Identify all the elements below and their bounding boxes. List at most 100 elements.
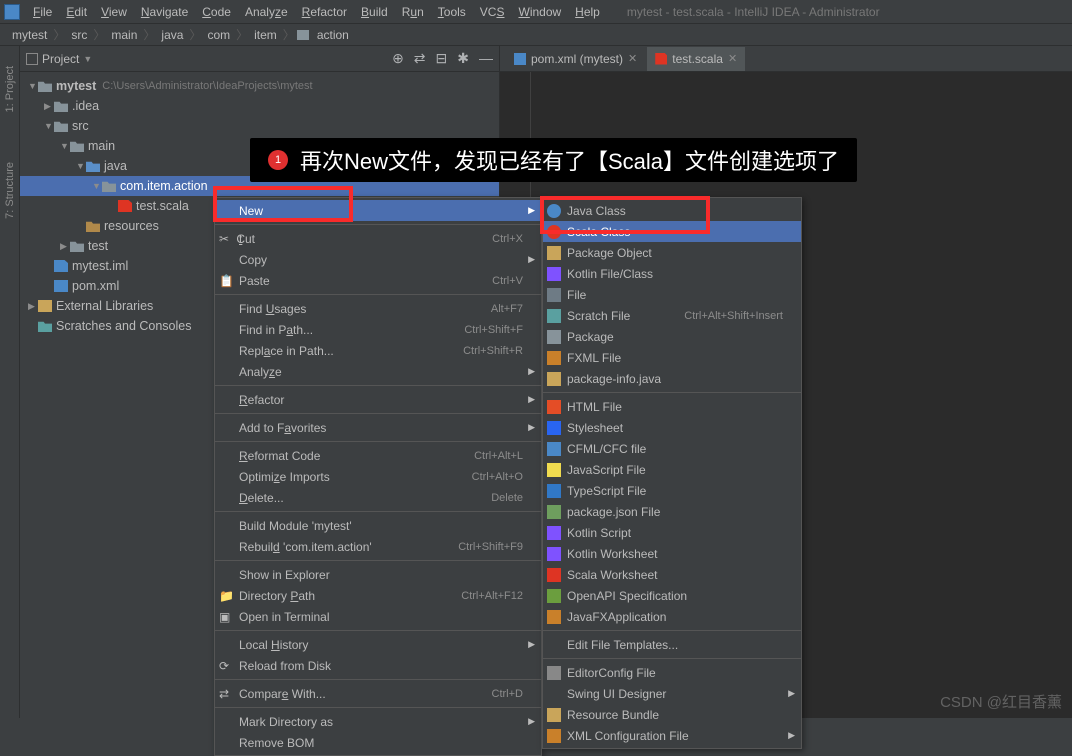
new-javafx[interactable]: JavaFXApplication: [543, 606, 801, 627]
ctx-dir-path[interactable]: 📁Directory PathCtrl+Alt+F12: [215, 585, 541, 606]
new-edit-templates[interactable]: Edit File Templates...: [543, 634, 801, 655]
ctx-local-history[interactable]: Local History▶: [215, 634, 541, 655]
new-xml-config[interactable]: XML Configuration File▶: [543, 725, 801, 746]
new-fxml[interactable]: FXML File: [543, 347, 801, 368]
new-java-class[interactable]: Java Class: [543, 200, 801, 221]
close-icon[interactable]: ✕: [728, 52, 737, 65]
ctx-find-in-path[interactable]: Find in Path...Ctrl+Shift+F: [215, 319, 541, 340]
new-openapi[interactable]: OpenAPI Specification: [543, 585, 801, 606]
menu-file[interactable]: File: [26, 2, 59, 22]
ctx-add-favorites[interactable]: Add to Favorites▶: [215, 417, 541, 438]
new-stylesheet[interactable]: Stylesheet: [543, 417, 801, 438]
ctx-cut[interactable]: ✂tCutCtrl+X: [215, 228, 541, 249]
app-icon: [4, 4, 20, 20]
package-icon: [547, 372, 561, 386]
editorconfig-icon: [547, 666, 561, 680]
new-kotlin-ws[interactable]: Kotlin Worksheet: [543, 543, 801, 564]
new-cfml[interactable]: CFML/CFC file: [543, 438, 801, 459]
ctx-delete[interactable]: Delete...Delete: [215, 487, 541, 508]
new-pkg-info[interactable]: package-info.java: [543, 368, 801, 389]
menu-run[interactable]: Run: [395, 2, 431, 22]
tree-idea[interactable]: ▶.idea: [20, 96, 499, 116]
menu-edit[interactable]: Edit: [59, 2, 94, 22]
crumb-main[interactable]: main: [107, 28, 141, 42]
ctx-reload[interactable]: ⟳Reload from Disk: [215, 655, 541, 676]
menu-window[interactable]: Window: [511, 2, 568, 22]
tab-pom[interactable]: pom.xml (mytest)✕: [506, 47, 645, 71]
gutter-project[interactable]: 1: Project: [4, 66, 16, 112]
watermark: CSDN @红目香薰: [940, 691, 1062, 712]
new-file[interactable]: File: [543, 284, 801, 305]
new-scratch[interactable]: Scratch FileCtrl+Alt+Shift+Insert: [543, 305, 801, 326]
folder-icon: [547, 330, 561, 344]
javafx-icon: [547, 610, 561, 624]
menu-build[interactable]: Build: [354, 2, 395, 22]
crumb-action[interactable]: action: [313, 28, 353, 42]
new-scala-ws[interactable]: Scala Worksheet: [543, 564, 801, 585]
menu-vcs[interactable]: VCS: [473, 2, 512, 22]
crumb-java[interactable]: java: [157, 28, 187, 42]
project-icon: [26, 53, 38, 65]
new-pkg-json[interactable]: package.json File: [543, 501, 801, 522]
xml-icon: [547, 729, 561, 743]
ctx-build[interactable]: Build Module 'mytest': [215, 515, 541, 536]
ctx-show-explorer[interactable]: Show in Explorer: [215, 564, 541, 585]
menu-refactor[interactable]: Refactor: [295, 2, 354, 22]
menu-analyze[interactable]: Analyze: [238, 2, 295, 22]
tab-test[interactable]: test.scala✕: [647, 47, 745, 71]
new-ts[interactable]: TypeScript File: [543, 480, 801, 501]
compare-icon: ⇄: [219, 687, 233, 701]
fxml-icon: [547, 351, 561, 365]
new-package-object[interactable]: Package Object: [543, 242, 801, 263]
new-kotlin[interactable]: Kotlin File/Class: [543, 263, 801, 284]
new-js[interactable]: JavaScript File: [543, 459, 801, 480]
crumb-mytest[interactable]: mytest: [8, 28, 51, 42]
crumb-src[interactable]: src: [67, 28, 91, 42]
ctx-optimize[interactable]: Optimize ImportsCtrl+Alt+O: [215, 466, 541, 487]
ctx-compare[interactable]: ⇄Compare With...Ctrl+D: [215, 683, 541, 704]
panel-title[interactable]: Project: [42, 52, 79, 66]
new-kotlin-script[interactable]: Kotlin Script: [543, 522, 801, 543]
window-title: mytest - test.scala - IntelliJ IDEA - Ad…: [627, 5, 880, 19]
new-editorconfig[interactable]: EditorConfig File: [543, 662, 801, 683]
ctx-analyze[interactable]: Analyze▶: [215, 361, 541, 382]
crumb-item[interactable]: item: [250, 28, 281, 42]
new-package[interactable]: Package: [543, 326, 801, 347]
ctx-paste[interactable]: 📋PasteCtrl+V: [215, 270, 541, 291]
tree-root[interactable]: ▼mytestC:\Users\Administrator\IdeaProjec…: [20, 76, 499, 96]
ctx-find-usages[interactable]: Find UsagesAlt+F7: [215, 298, 541, 319]
new-resource-bundle[interactable]: Resource Bundle: [543, 704, 801, 725]
collapse-all-icon[interactable]: ⊟: [436, 50, 448, 67]
json-icon: [547, 505, 561, 519]
close-icon[interactable]: ✕: [628, 52, 637, 65]
ctx-mark-dir[interactable]: Mark Directory as▶: [215, 711, 541, 732]
menu-navigate[interactable]: Navigate: [134, 2, 195, 22]
ctx-rebuild[interactable]: Rebuild 'com.item.action'Ctrl+Shift+F9: [215, 536, 541, 557]
cut-icon: ✂: [219, 232, 233, 246]
menu-view[interactable]: View: [94, 2, 134, 22]
ctx-open-terminal[interactable]: ▣Open in Terminal: [215, 606, 541, 627]
settings-icon[interactable]: ✱: [457, 50, 469, 67]
ctx-refactor[interactable]: Refactor▶: [215, 389, 541, 410]
menu-help[interactable]: Help: [568, 2, 607, 22]
ctx-replace-in-path[interactable]: Replace in Path...Ctrl+Shift+R: [215, 340, 541, 361]
ctx-copy[interactable]: Copy▶: [215, 249, 541, 270]
menu-tools[interactable]: Tools: [431, 2, 473, 22]
new-scala-class[interactable]: Scala Class: [543, 221, 801, 242]
ctx-remove-bom[interactable]: Remove BOM: [215, 732, 541, 753]
ctx-new[interactable]: New▶: [215, 200, 541, 221]
new-submenu: Java Class Scala Class Package Object Ko…: [542, 197, 802, 749]
hide-icon[interactable]: —: [479, 50, 493, 67]
tree-src[interactable]: ▼src: [20, 116, 499, 136]
expand-all-icon[interactable]: ⇄: [414, 50, 426, 67]
file-icon: [547, 288, 561, 302]
gutter-structure[interactable]: 7: Structure: [4, 162, 16, 219]
ctx-reformat[interactable]: Reformat CodeCtrl+Alt+L: [215, 445, 541, 466]
menubar: File Edit View Navigate Code Analyze Ref…: [0, 0, 1072, 24]
new-swing[interactable]: Swing UI Designer▶: [543, 683, 801, 704]
bundle-icon: [547, 708, 561, 722]
select-opened-file-icon[interactable]: ⊕: [392, 50, 404, 67]
crumb-com[interactable]: com: [203, 28, 234, 42]
new-html[interactable]: HTML File: [543, 396, 801, 417]
menu-code[interactable]: Code: [195, 2, 238, 22]
